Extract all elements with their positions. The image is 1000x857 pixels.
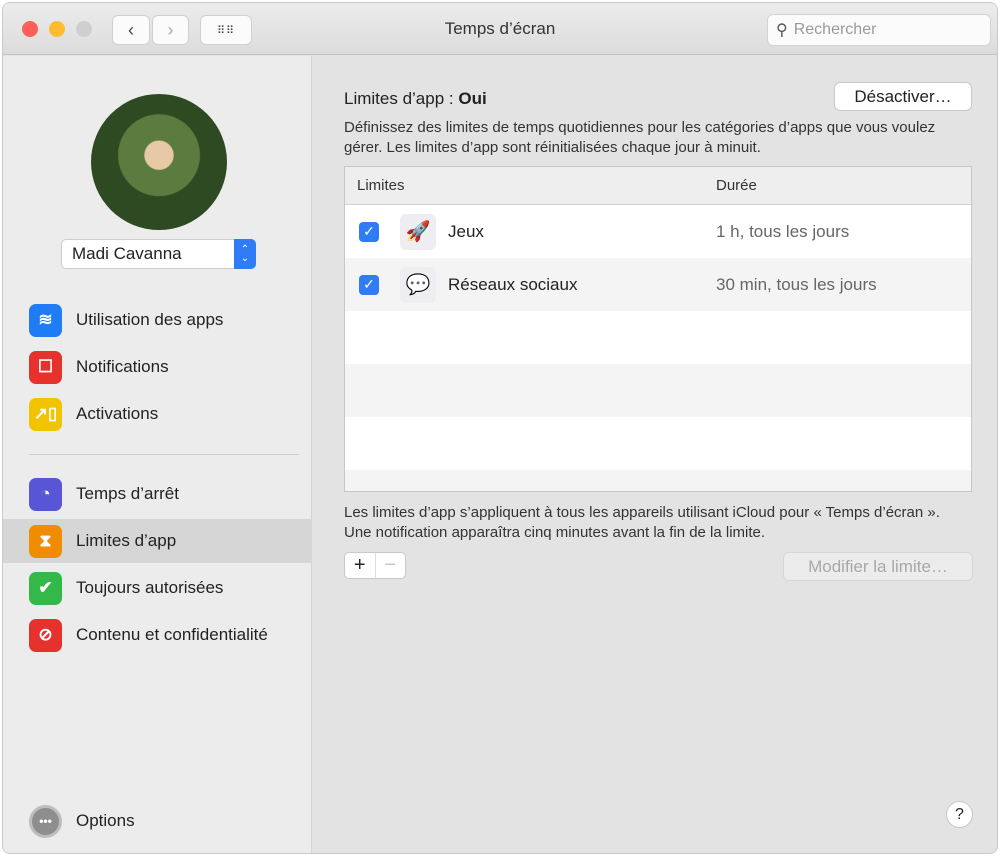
more-icon: •••	[29, 804, 62, 838]
sidebar-item-label: Activations	[76, 404, 159, 423]
sidebar: Madi Cavanna ⌃ ⌄ ≋ Utilisation des apps ☐…	[3, 56, 312, 853]
social-bubble-icon: 💬	[400, 266, 436, 303]
chevron-up-down-icon: ⌃ ⌄	[234, 239, 256, 269]
pickup-icon: ↗▯	[29, 397, 62, 431]
sidebar-item-downtime[interactable]: ◔ Temps d’arrêt	[3, 472, 312, 516]
sidebar-item-app-usage[interactable]: ≋ Utilisation des apps	[3, 298, 312, 342]
restriction-icon: ⊘	[29, 618, 62, 652]
status-value: Oui	[458, 89, 487, 108]
options-label: Options	[76, 811, 135, 830]
edit-limit-button[interactable]: Modifier la limite…	[783, 552, 973, 581]
sidebar-item-pickups[interactable]: ↗▯ Activations	[3, 392, 312, 436]
options-button[interactable]: ••• Options	[3, 799, 312, 843]
sidebar-item-app-limits[interactable]: ⧗ Limites d’app	[3, 519, 312, 563]
search-icon: ⚲	[776, 22, 788, 39]
add-button[interactable]: +	[345, 553, 376, 578]
layers-icon: ≋	[29, 303, 62, 337]
sidebar-item-label: Temps d’arrêt	[76, 484, 179, 503]
checkbox-checked[interactable]: ✓	[359, 221, 379, 242]
title-bar: ‹ › ⠿⠿ Temps d’écran ⚲ Rechercher	[3, 3, 997, 55]
user-selector[interactable]: Madi Cavanna ⌃ ⌄	[61, 239, 256, 269]
sidebar-item-label: Toujours autorisées	[76, 578, 224, 597]
checkmark-badge-icon: ✔	[29, 571, 62, 605]
table-row[interactable]: ✓ 🚀 Jeux 1 h, tous les jours	[345, 205, 971, 258]
downtime-icon: ◔	[29, 477, 62, 511]
description-text: Définissez des limites de temps quotidie…	[344, 119, 936, 156]
sidebar-item-label: Contenu et confidentialité	[76, 625, 268, 644]
search-placeholder: Rechercher	[793, 21, 877, 38]
deactivate-button[interactable]: Désactiver…	[834, 82, 972, 111]
table-body: ✓ 🚀 Jeux 1 h, tous les jours ✓ 💬 Réseaux…	[345, 205, 971, 491]
sidebar-item-content-privacy[interactable]: ⊘ Contenu et confidentialité	[3, 613, 312, 657]
rocket-icon: 🚀	[400, 213, 436, 250]
limit-duration: 30 min, tous les jours	[716, 274, 877, 294]
table-row[interactable]: ✓ 💬 Réseaux sociaux 30 min, tous les jou…	[345, 258, 971, 311]
system-preferences-window: ‹ › ⠿⠿ Temps d’écran ⚲ Rechercher Madi C…	[2, 2, 998, 854]
add-remove-control: + −	[344, 552, 406, 579]
empty-row	[345, 311, 971, 364]
column-header-limits[interactable]: Limites	[357, 177, 716, 194]
empty-row	[345, 417, 971, 470]
limits-table: Limites Durée ✓ 🚀 Jeux 1 h, tous les jou…	[344, 166, 972, 492]
sidebar-item-label: Utilisation des apps	[76, 310, 224, 329]
footnote-text: Les limites d’app s’appliquent à tous le…	[344, 504, 940, 541]
main-panel: Limites d’app : Oui Désactiver… Définiss…	[313, 56, 997, 853]
sidebar-item-label: Notifications	[76, 357, 169, 376]
checkbox-checked[interactable]: ✓	[359, 274, 379, 295]
app-limits-status: Limites d’app : Oui	[344, 89, 487, 109]
help-button[interactable]: ?	[946, 801, 973, 828]
search-field[interactable]: ⚲ Rechercher	[767, 14, 991, 46]
empty-row	[345, 470, 971, 491]
user-name: Madi Cavanna	[72, 244, 182, 263]
sidebar-item-always-allowed[interactable]: ✔ Toujours autorisées	[3, 566, 312, 610]
sidebar-item-label: Limites d’app	[76, 531, 177, 550]
limit-duration: 1 h, tous les jours	[716, 221, 850, 241]
hourglass-icon: ⧗	[29, 524, 62, 558]
status-label: Limites d’app :	[344, 89, 454, 108]
category-name: Réseaux sociaux	[448, 274, 578, 294]
remove-button[interactable]: −	[376, 553, 406, 578]
sidebar-divider	[29, 454, 299, 455]
empty-row	[345, 364, 971, 417]
user-avatar	[91, 94, 227, 230]
notification-icon: ☐	[29, 350, 62, 384]
table-header: Limites Durée	[345, 167, 971, 205]
category-name: Jeux	[448, 221, 484, 241]
sidebar-item-notifications[interactable]: ☐ Notifications	[3, 345, 312, 389]
column-header-duration[interactable]: Durée	[716, 177, 757, 194]
